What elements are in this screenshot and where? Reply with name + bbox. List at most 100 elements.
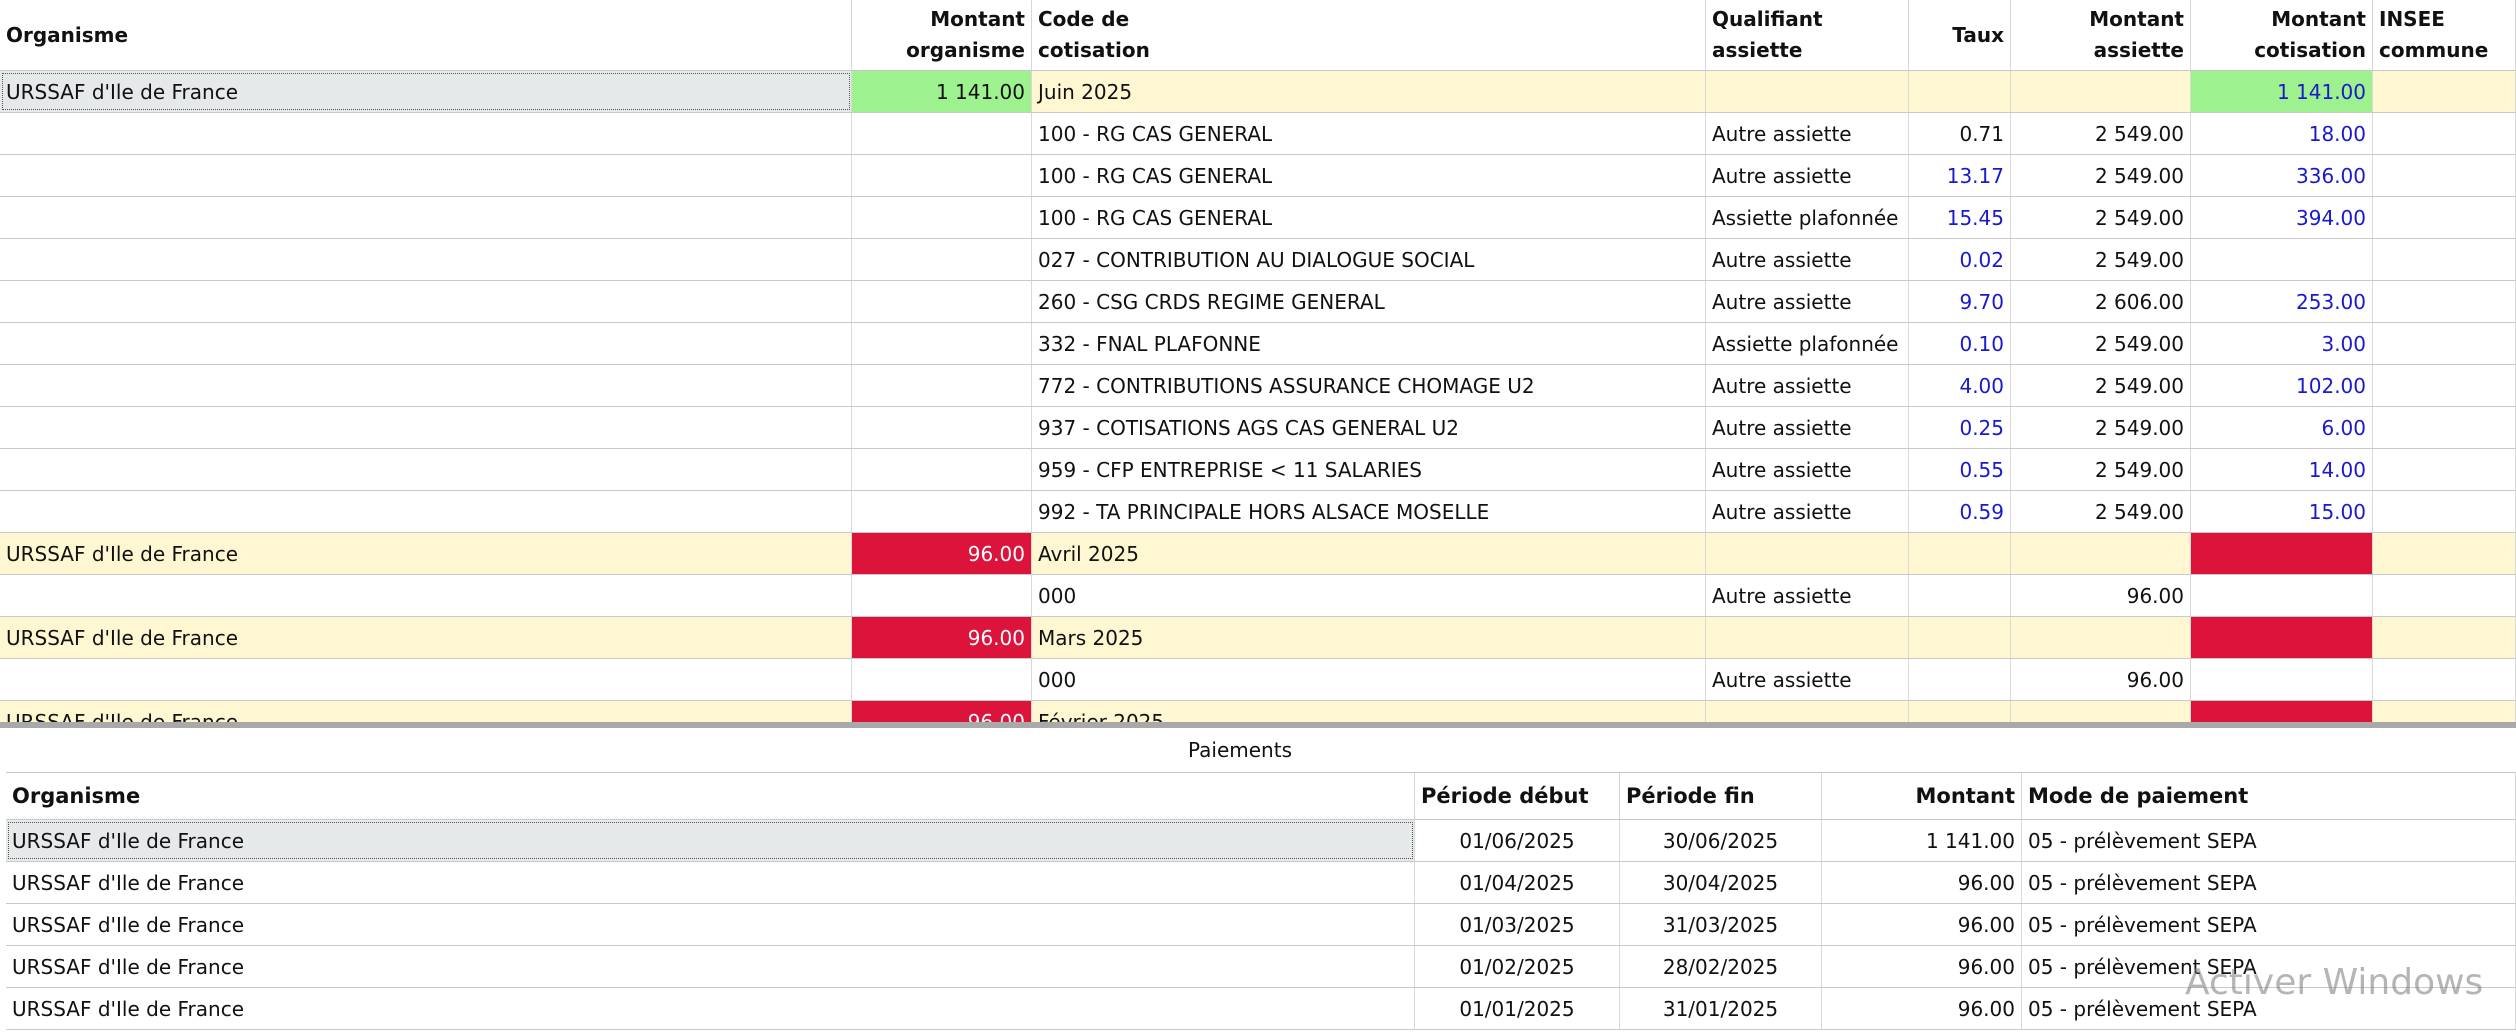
- col-header-qualifiant-assiette[interactable]: Qualifiant assiette: [1706, 0, 1909, 70]
- cell-montant-cotisation: 336.00: [2191, 155, 2373, 196]
- cell-code-cotisation: 000: [1032, 659, 1706, 700]
- cell-qualifiant-assiette: Assiette plafonnée: [1706, 197, 1909, 238]
- header-line: assiette: [2093, 38, 2184, 62]
- cotisation-row[interactable]: 937 - COTISATIONS AGS CAS GENERAL U2 Autr…: [0, 407, 2516, 449]
- cell-taux: 15.45: [1909, 197, 2011, 238]
- cell-montant-organisme: [852, 239, 1032, 280]
- cotisation-row[interactable]: 100 - RG CAS GENERAL Autre assiette 0.71 2 …: [0, 113, 2516, 155]
- header-line: Montant: [930, 7, 1025, 31]
- cell-qualifiant-assiette: Autre assiette: [1706, 239, 1909, 280]
- col-header-montant-cotisation[interactable]: Montant cotisation: [2191, 0, 2373, 70]
- paiements-grid[interactable]: Organisme Période début Période fin Mont…: [6, 772, 2516, 1030]
- cell-organisme: URSSAF d'Ile de France: [6, 904, 1415, 945]
- cell-insee-commune: [2373, 491, 2516, 532]
- cell-organisme: [0, 575, 852, 616]
- cell-montant: 96.00: [1822, 946, 2022, 987]
- cell-organisme: URSSAF d'Ile de France: [0, 533, 852, 574]
- cell-montant-cotisation: [2191, 617, 2373, 658]
- cell-code-cotisation: 959 - CFP ENTREPRISE < 11 SALARIES: [1032, 449, 1706, 490]
- col-header-montant-organisme[interactable]: Montant organisme: [852, 0, 1032, 70]
- cell-montant-assiette: [2011, 533, 2191, 574]
- cotisations-grid[interactable]: Organisme Montant organisme Code de cotisa…: [0, 0, 2516, 725]
- cotisation-row[interactable]: 000 Autre assiette 96.00: [0, 659, 2516, 701]
- cotisations-header-row: Organisme Montant organisme Code de cotisa…: [0, 0, 2516, 71]
- header-text: Qualifiant assiette: [1712, 4, 1823, 66]
- header-line: commune: [2379, 38, 2489, 62]
- cell-montant-cotisation: 14.00: [2191, 449, 2373, 490]
- cell-qualifiant-assiette: Autre assiette: [1706, 491, 1909, 532]
- cell-montant: 1 141.00: [1822, 820, 2022, 861]
- cell-insee-commune: [2373, 281, 2516, 322]
- cell-qualifiant-assiette: Autre assiette: [1706, 113, 1909, 154]
- header-line: assiette: [1712, 38, 1803, 62]
- col-header-code-cotisation[interactable]: Code de cotisation: [1032, 0, 1706, 70]
- cell-insee-commune: [2373, 155, 2516, 196]
- col-header-taux[interactable]: Taux: [1909, 0, 2011, 70]
- cell-code-cotisation: 027 - CONTRIBUTION AU DIALOGUE SOCIAL: [1032, 239, 1706, 280]
- cotisation-row[interactable]: 772 - CONTRIBUTIONS ASSURANCE CHOMAGE U2…: [0, 365, 2516, 407]
- header-line: Code de: [1038, 7, 1130, 31]
- cell-montant-organisme: [852, 113, 1032, 154]
- urssaf-declaration-view: Organisme Montant organisme Code de cotisa…: [0, 0, 2516, 1034]
- header-line: cotisation: [1038, 38, 1150, 62]
- cell-organisme: [0, 239, 852, 280]
- header-text: Montant cotisation: [2254, 4, 2366, 66]
- col-header-periode-fin[interactable]: Période fin: [1620, 773, 1822, 819]
- cell-insee-commune: [2373, 575, 2516, 616]
- col-header-organisme[interactable]: Organisme: [6, 773, 1415, 819]
- cell-periode-debut: 01/01/2025: [1415, 988, 1620, 1029]
- cell-montant-organisme: [852, 491, 1032, 532]
- cell-code-cotisation: 937 - COTISATIONS AGS CAS GENERAL U2: [1032, 407, 1706, 448]
- cell-organisme: [0, 155, 852, 196]
- cotisation-row[interactable]: 100 - RG CAS GENERAL Assiette plafonnée 15…: [0, 197, 2516, 239]
- cell-montant-cotisation: 1 141.00: [2191, 71, 2373, 112]
- cell-montant: 96.00: [1822, 904, 2022, 945]
- cell-qualifiant-assiette: Autre assiette: [1706, 575, 1909, 616]
- cell-code-cotisation: 000: [1032, 575, 1706, 616]
- cotisation-row[interactable]: 100 - RG CAS GENERAL Autre assiette 13.17 2…: [0, 155, 2516, 197]
- cotisation-row[interactable]: 260 - CSG CRDS REGIME GENERAL Autre assie…: [0, 281, 2516, 323]
- period-group-row[interactable]: URSSAF d'Ile de France 1 141.00 Juin 2025 1…: [0, 71, 2516, 113]
- cell-montant-assiette: 2 549.00: [2011, 239, 2191, 280]
- cotisation-row[interactable]: 027 - CONTRIBUTION AU DIALOGUE SOCIAL Aut…: [0, 239, 2516, 281]
- cell-montant: 96.00: [1822, 862, 2022, 903]
- cell-taux: 4.00: [1909, 365, 2011, 406]
- cell-montant-assiette: 2 606.00: [2011, 281, 2191, 322]
- cell-taux: [1909, 659, 2011, 700]
- period-group-row[interactable]: URSSAF d'Ile de France 96.00 Mars 2025: [0, 617, 2516, 659]
- cell-organisme: URSSAF d'Ile de France: [6, 820, 1415, 861]
- col-header-montant[interactable]: Montant: [1822, 773, 2022, 819]
- paiement-row[interactable]: URSSAF d'Ile de France 01/04/2025 30/04/20…: [6, 862, 2516, 904]
- cell-periode-fin: 31/01/2025: [1620, 988, 1822, 1029]
- cell-qualifiant-assiette: Autre assiette: [1706, 659, 1909, 700]
- cell-montant-organisme: [852, 659, 1032, 700]
- paiement-row[interactable]: URSSAF d'Ile de France 01/01/2025 31/01/20…: [6, 988, 2516, 1030]
- col-header-montant-assiette[interactable]: Montant assiette: [2011, 0, 2191, 70]
- header-line: Montant: [2089, 7, 2184, 31]
- cell-montant-assiette: 2 549.00: [2011, 407, 2191, 448]
- cell-mode-paiement: 05 - prélèvement SEPA: [2022, 862, 2516, 903]
- cell-taux: [1909, 575, 2011, 616]
- cotisation-row[interactable]: 992 - TA PRINCIPALE HORS ALSACE MOSELLE A…: [0, 491, 2516, 533]
- cell-qualifiant-assiette: Autre assiette: [1706, 365, 1909, 406]
- cell-montant-cotisation: [2191, 659, 2373, 700]
- cell-code-cotisation: 260 - CSG CRDS REGIME GENERAL: [1032, 281, 1706, 322]
- cell-montant-assiette: 2 549.00: [2011, 113, 2191, 154]
- col-header-periode-debut[interactable]: Période début: [1415, 773, 1620, 819]
- cell-montant-organisme: [852, 323, 1032, 364]
- paiement-row[interactable]: URSSAF d'Ile de France 01/02/2025 28/02/20…: [6, 946, 2516, 988]
- col-header-insee-commune[interactable]: INSEE commune: [2373, 0, 2516, 70]
- cell-organisme: URSSAF d'Ile de France: [0, 71, 852, 112]
- cell-montant-organisme: 96.00: [852, 533, 1032, 574]
- paiements-body: URSSAF d'Ile de France 01/06/2025 30/06/20…: [6, 820, 2516, 1030]
- col-header-organisme[interactable]: Organisme: [0, 0, 852, 70]
- cell-taux: 0.25: [1909, 407, 2011, 448]
- col-header-mode-paiement[interactable]: Mode de paiement: [2022, 773, 2516, 819]
- paiement-row[interactable]: URSSAF d'Ile de France 01/06/2025 30/06/20…: [6, 820, 2516, 862]
- cotisation-row[interactable]: 332 - FNAL PLAFONNE Assiette plafonnée 0.1…: [0, 323, 2516, 365]
- cotisation-row[interactable]: 000 Autre assiette 96.00: [0, 575, 2516, 617]
- cotisation-row[interactable]: 959 - CFP ENTREPRISE < 11 SALARIES Autre …: [0, 449, 2516, 491]
- period-group-row[interactable]: URSSAF d'Ile de France 96.00 Avril 2025: [0, 533, 2516, 575]
- paiement-row[interactable]: URSSAF d'Ile de France 01/03/2025 31/03/20…: [6, 904, 2516, 946]
- cotisations-body: URSSAF d'Ile de France 1 141.00 Juin 2025 1…: [0, 71, 2516, 725]
